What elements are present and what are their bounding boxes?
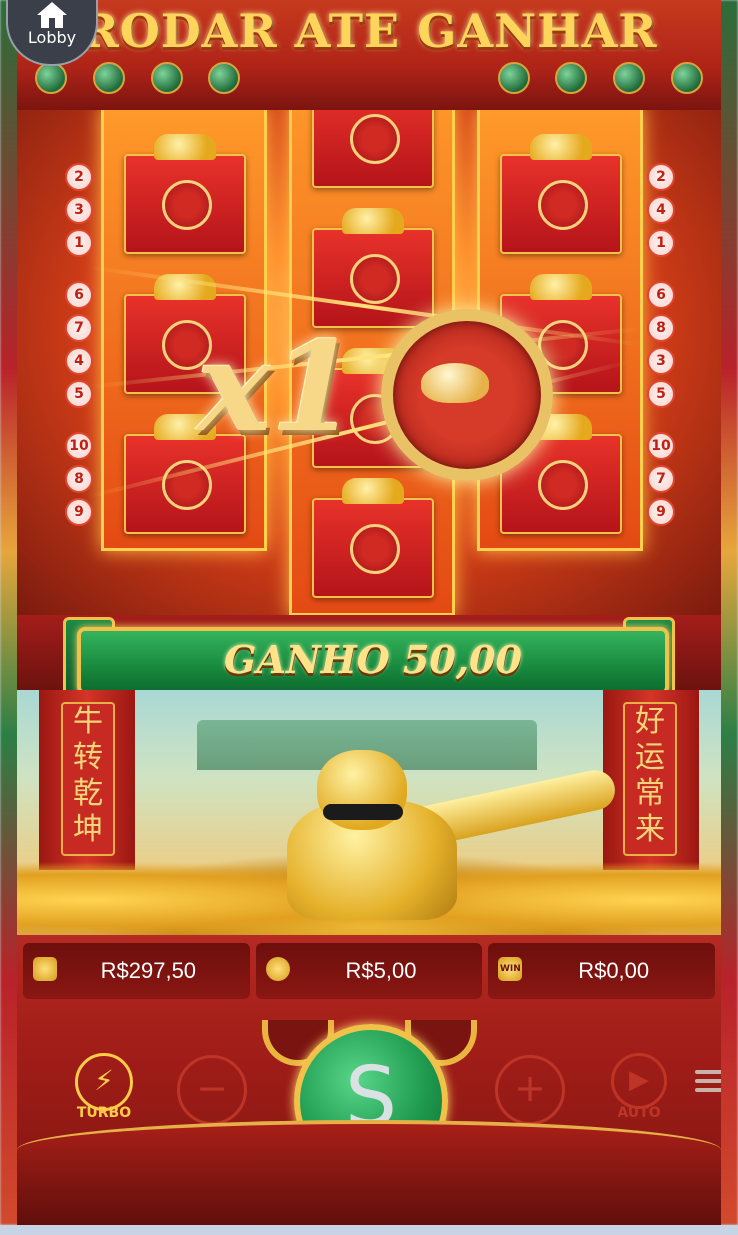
red-envelope-symbol [312, 478, 434, 598]
ways-indicator-left: 2 3 1 6 7 4 5 10 8 9 [65, 163, 93, 531]
scroll-right: 好运常来 [623, 702, 677, 856]
game-frame: 2 3 1 6 7 4 5 10 8 9 2 4 1 6 8 3 5 10 7 … [17, 0, 721, 1225]
way-number: 5 [65, 380, 93, 408]
way-number: 8 [65, 465, 93, 493]
win-value: R$0,00 [578, 958, 650, 983]
way-number: 7 [647, 465, 675, 493]
auto-spin-button[interactable]: ▶ AUTO [609, 1053, 669, 1123]
turbo-button[interactable]: ⚡ TURBO [72, 1053, 136, 1123]
lobby-label: Lobby [27, 28, 77, 47]
way-number: 1 [647, 229, 675, 257]
ways-indicator-right: 2 4 1 6 8 3 5 10 7 9 [647, 163, 675, 531]
way-number: 2 [65, 163, 93, 191]
balance-display: R$297,50 [23, 943, 250, 999]
temple-roof: RODAR ATE GANHAR [17, 0, 721, 110]
increase-bet-button[interactable]: + [495, 1055, 565, 1125]
gold-ingot-coin-icon [381, 309, 553, 481]
way-number: 10 [65, 432, 93, 460]
red-envelope-symbol [500, 134, 622, 254]
win-area: GANHO 50,00 [17, 615, 721, 697]
balance-value: R$297,50 [100, 958, 197, 983]
red-envelope-symbol [124, 134, 246, 254]
way-number: 7 [65, 314, 93, 342]
roof-beads [17, 62, 721, 98]
ox-scene: 牛转乾坤 好运常来 [17, 690, 721, 940]
win-amount-label: GANHO 50,00 [224, 637, 522, 682]
multiplier-text: x1 [197, 315, 358, 460]
coin-stack-icon [265, 957, 290, 981]
way-number: 2 [647, 163, 675, 191]
way-number: 9 [647, 498, 675, 526]
auto-label: AUTO [617, 1105, 661, 1121]
panel-base [17, 1120, 721, 1225]
win-icon: WIN [498, 957, 523, 981]
way-number: 6 [65, 281, 93, 309]
way-number: 1 [65, 229, 93, 257]
decrease-bet-button[interactable]: − [177, 1055, 247, 1125]
bet-display[interactable]: R$5,00 [255, 943, 483, 999]
info-row: R$297,50 R$5,00 WIN R$0,00 [23, 943, 716, 999]
way-number: 3 [647, 347, 675, 375]
play-icon: ▶ [611, 1053, 667, 1109]
bet-value: R$5,00 [345, 958, 417, 983]
scroll-left: 牛转乾坤 [61, 702, 115, 856]
wallet-icon [33, 957, 57, 981]
game-title: RODAR ATE GANHAR [80, 4, 658, 58]
way-number: 6 [647, 281, 675, 309]
way-number: 4 [65, 347, 93, 375]
reel-area: 2 3 1 6 7 4 5 10 8 9 2 4 1 6 8 3 5 10 7 … [17, 68, 721, 620]
screen-bottom-strip [0, 1225, 738, 1235]
win-banner: GANHO 50,00 [77, 627, 669, 695]
turbo-label: TURBO [76, 1105, 132, 1121]
home-icon [37, 2, 67, 28]
win-display: WIN R$0,00 [488, 943, 716, 999]
way-number: 5 [647, 380, 675, 408]
way-number: 3 [65, 196, 93, 224]
background-blur-right [718, 0, 738, 1225]
menu-icon[interactable] [695, 1065, 721, 1099]
way-number: 8 [647, 314, 675, 342]
way-number: 10 [647, 432, 675, 460]
lightning-icon: ⚡ [75, 1053, 133, 1111]
way-number: 4 [647, 196, 675, 224]
golden-ox-character [227, 750, 619, 920]
way-number: 9 [65, 498, 93, 526]
multiplier-overlay: x1 [197, 305, 553, 481]
